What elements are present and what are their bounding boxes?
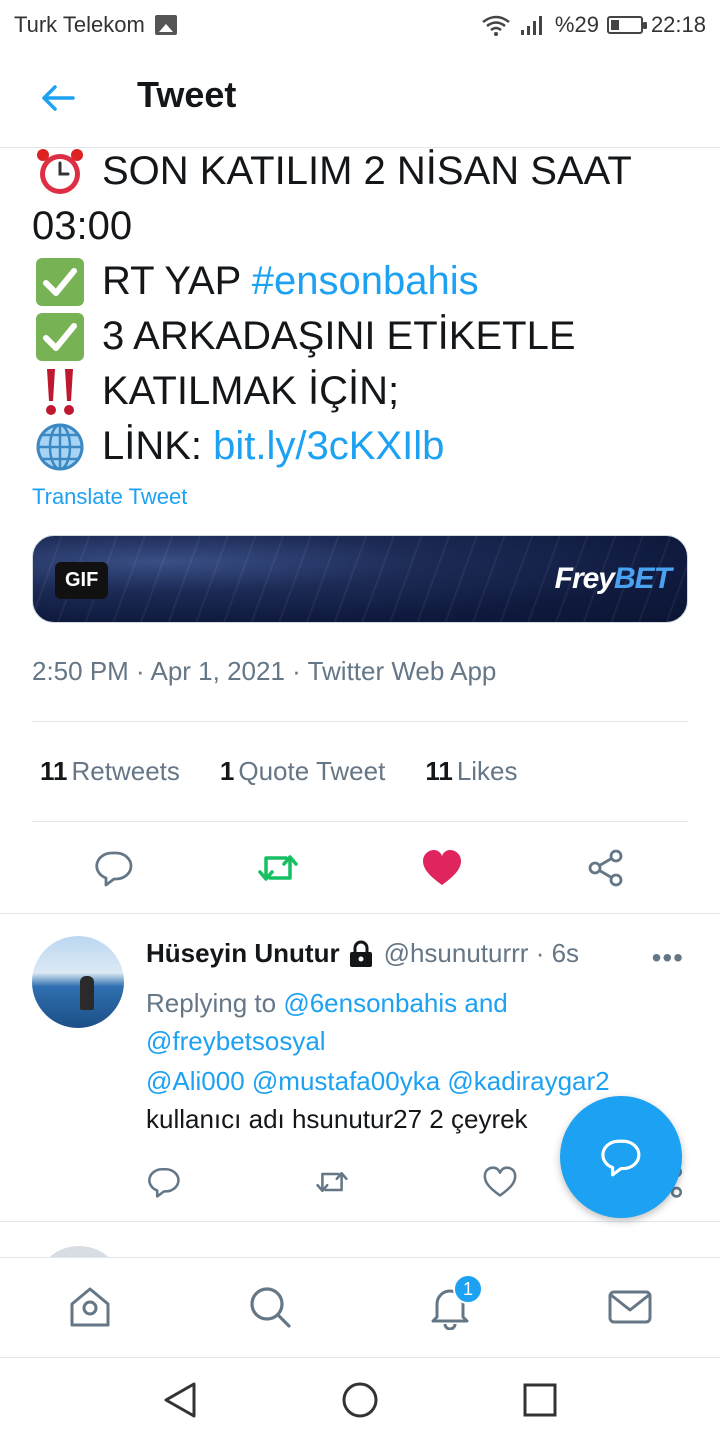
divider xyxy=(32,821,688,822)
tweet-line: LİNK: bit.ly/3cKXIlb xyxy=(32,419,692,474)
check-mark-icon xyxy=(32,312,88,362)
retweet-icon[interactable] xyxy=(310,1160,354,1204)
stat-label: Quote Tweet xyxy=(238,756,386,786)
battery-icon xyxy=(606,16,647,34)
battery-percent: %29 xyxy=(554,12,599,37)
stat-count: 11 xyxy=(425,756,453,786)
short-link[interactable]: bit.ly/3cKXIlb xyxy=(213,419,444,474)
translate-tweet-link[interactable]: Translate Tweet xyxy=(32,484,187,510)
stat-count: 1 xyxy=(219,756,235,786)
brand-logo-part: Frey xyxy=(554,562,615,595)
replying-label: Replying to xyxy=(146,988,284,1018)
home-icon[interactable] xyxy=(67,1284,113,1330)
tweet-actions xyxy=(0,840,720,900)
tweet-line: SON KATILIM 2 NİSAN SAAT xyxy=(32,144,692,199)
stat-count: 11 xyxy=(40,756,68,786)
tweet-line-text: LİNK: xyxy=(102,424,214,468)
back-triangle-icon[interactable] xyxy=(160,1380,200,1420)
globe-icon xyxy=(32,422,88,472)
tweet-line: KATILMAK İÇİN; xyxy=(32,364,692,419)
notifications-icon[interactable]: 1 xyxy=(427,1274,483,1330)
tweet-line-text: RT YAP xyxy=(102,259,252,303)
tweet-line-text: 3 ARKADAŞINI ETİKETLE xyxy=(102,314,576,358)
divider xyxy=(0,1221,720,1222)
tweet-stats: 11 Retweets 1 Quote Tweet 11 Likes xyxy=(40,756,518,787)
signal-icon xyxy=(520,16,542,35)
reply-bubble-icon xyxy=(601,1139,641,1177)
tweet-line-text: SON KATILIM 2 NİSAN SAAT xyxy=(102,149,632,193)
tweet-timestamp: 2:50 PM · Apr 1, 2021 · Twitter Web App xyxy=(32,656,497,686)
divider xyxy=(0,913,720,914)
messages-icon[interactable] xyxy=(607,1284,653,1330)
status-bar: Turk Telekom %29 22:18 xyxy=(0,0,720,50)
reply-handle: @hsunuturrr · 6s xyxy=(383,938,580,968)
stat-label: Retweets xyxy=(71,756,180,786)
double-exclamation-icon xyxy=(32,367,88,417)
check-mark-icon xyxy=(32,257,88,307)
like-icon[interactable] xyxy=(478,1160,522,1204)
tweet-line-text: KATILMAK İÇİN; xyxy=(102,369,400,413)
page-title: Tweet xyxy=(137,74,237,115)
stat-label: Likes xyxy=(456,756,518,786)
brand-logo: FreyBET xyxy=(554,562,672,596)
reply-text: kullanıcı adı hsunutur27 2 çeyrek xyxy=(146,1104,528,1134)
home-circle-icon[interactable] xyxy=(340,1380,380,1420)
tweet-line: 3 ARKADAŞINI ETİKETLE xyxy=(32,309,692,364)
share-icon[interactable] xyxy=(584,846,628,890)
hashtag-link[interactable]: #ensonbahis xyxy=(252,254,479,309)
tweet-line: 03:00 xyxy=(32,199,692,254)
bottom-navigation: 1 xyxy=(0,1257,720,1357)
quote-tweets-stat[interactable]: 1 Quote Tweet xyxy=(220,756,385,787)
replying-to: Replying to @6ensonbahis and @freybetsos… xyxy=(146,984,666,1060)
tweet-line: RT YAP #ensonbahis xyxy=(32,254,692,309)
system-navigation xyxy=(0,1357,720,1440)
compose-reply-button[interactable] xyxy=(560,1096,682,1218)
reply-header: Hüseyin Unutur @hsunuturrr · 6s xyxy=(146,938,579,969)
wifi-icon xyxy=(482,15,510,36)
notification-badge: 1 xyxy=(453,1274,483,1304)
brand-logo-part: BET xyxy=(614,562,672,595)
more-options-icon[interactable]: ••• xyxy=(652,942,684,974)
likes-stat[interactable]: 11 Likes xyxy=(425,756,517,787)
gif-media[interactable]: GIF FreyBET xyxy=(32,535,688,623)
lock-icon xyxy=(346,939,376,969)
search-icon[interactable] xyxy=(247,1284,293,1330)
top-app-bar: Tweet xyxy=(0,50,720,148)
tweet-line-text: 03:00 xyxy=(32,204,133,248)
clock: 22:18 xyxy=(650,12,706,37)
reply-icon[interactable] xyxy=(92,846,136,890)
carrier-name: Turk Telekom xyxy=(14,12,145,37)
divider xyxy=(32,721,688,722)
retweets-stat[interactable]: 11 Retweets xyxy=(40,756,180,787)
like-icon[interactable] xyxy=(420,846,464,890)
reply-mentions[interactable]: @Ali000 @mustafa00yka @kadiraygar2 xyxy=(146,1066,610,1097)
alarm-clock-icon xyxy=(32,147,88,197)
avatar[interactable] xyxy=(32,936,124,1028)
retweet-icon[interactable] xyxy=(256,846,300,890)
image-icon xyxy=(154,15,177,35)
gif-badge: GIF xyxy=(55,562,109,599)
recents-square-icon[interactable] xyxy=(520,1380,560,1420)
reply-icon[interactable] xyxy=(142,1160,186,1204)
back-arrow-icon[interactable] xyxy=(38,80,78,116)
tweet-text: SON KATILIM 2 NİSAN SAAT 03:00 RT YAP #e… xyxy=(32,144,692,474)
reply-author-name[interactable]: Hüseyin Unutur xyxy=(146,938,340,969)
